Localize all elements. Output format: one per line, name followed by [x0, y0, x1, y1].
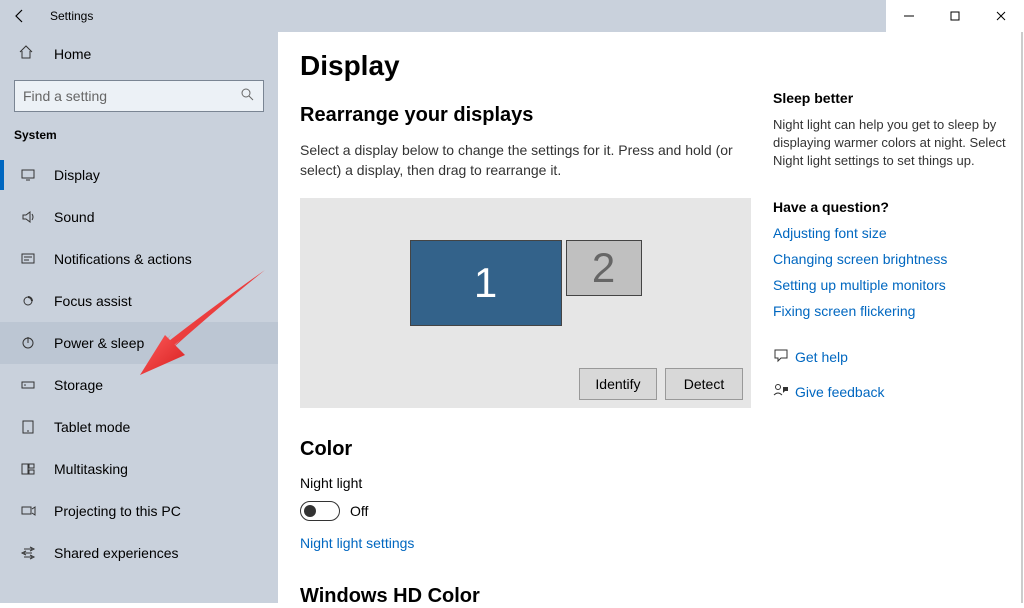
sidebar-item-label: Storage: [54, 377, 103, 393]
sidebar-item-label: Tablet mode: [54, 419, 130, 435]
question-link[interactable]: Changing screen brightness: [773, 251, 1009, 267]
night-light-settings-link[interactable]: Night light settings: [300, 535, 414, 551]
power-icon: [18, 335, 38, 351]
sidebar-item-label: Display: [54, 167, 100, 183]
rearrange-heading: Rearrange your displays: [300, 104, 751, 127]
sidebar-item-label: Multitasking: [54, 461, 128, 477]
sidebar-category: System: [0, 124, 278, 154]
shared-icon: [18, 545, 38, 561]
tablet-icon: [18, 419, 38, 435]
detect-button[interactable]: Detect: [665, 368, 743, 400]
minimize-button[interactable]: [886, 0, 932, 32]
sound-icon: [18, 209, 38, 225]
sidebar-item-projecting-to-this-pc[interactable]: Projecting to this PC: [0, 490, 278, 532]
sidebar-item-multitasking[interactable]: Multitasking: [0, 448, 278, 490]
sidebar-item-label: Focus assist: [54, 293, 132, 309]
display-arrangement-box: 1 2 Identify Detect: [300, 198, 751, 408]
sidebar-search: [14, 80, 264, 112]
monitor-2[interactable]: 2: [566, 240, 642, 296]
rearrange-desc: Select a display below to change the set…: [300, 141, 751, 180]
sidebar-item-display[interactable]: Display: [0, 154, 278, 196]
right-panel: Sleep better Night light can help you ge…: [773, 32, 1023, 603]
question-link[interactable]: Fixing screen flickering: [773, 303, 1009, 319]
hd-color-heading: Windows HD Color: [300, 585, 751, 608]
get-help-link[interactable]: Get help: [795, 349, 848, 365]
titlebar: Settings: [0, 0, 1024, 32]
feedback-icon: [773, 382, 795, 403]
give-feedback-link[interactable]: Give feedback: [795, 384, 885, 400]
night-light-state: Off: [350, 503, 368, 519]
window-controls: [886, 0, 1024, 32]
window-title: Settings: [50, 9, 93, 23]
storage-icon: [18, 377, 38, 393]
sleep-better-title: Sleep better: [773, 90, 1009, 106]
question-link[interactable]: Adjusting font size: [773, 225, 1009, 241]
maximize-button[interactable]: [932, 0, 978, 32]
sidebar-item-focus-assist[interactable]: Focus assist: [0, 280, 278, 322]
sleep-better-text: Night light can help you get to sleep by…: [773, 116, 1009, 171]
back-button[interactable]: [0, 8, 40, 24]
sidebar-item-label: Sound: [54, 209, 94, 225]
monitor-1[interactable]: 1: [410, 240, 562, 326]
sidebar-home[interactable]: Home: [0, 32, 278, 76]
identify-button[interactable]: Identify: [579, 368, 657, 400]
sidebar-item-sound[interactable]: Sound: [0, 196, 278, 238]
search-input[interactable]: [23, 88, 239, 104]
night-light-toggle[interactable]: [300, 501, 340, 521]
sidebar-item-label: Power & sleep: [54, 335, 144, 351]
close-button[interactable]: [978, 0, 1024, 32]
sidebar-item-label: Shared experiences: [54, 545, 179, 561]
sidebar-item-label: Projecting to this PC: [54, 503, 181, 519]
sidebar-home-label: Home: [54, 46, 91, 62]
sidebar-item-label: Notifications & actions: [54, 251, 192, 267]
sidebar-item-storage[interactable]: Storage: [0, 364, 278, 406]
question-link[interactable]: Setting up multiple monitors: [773, 277, 1009, 293]
page-title: Display: [300, 50, 751, 82]
display-icon: [18, 167, 38, 183]
arrow-left-icon: [12, 8, 28, 24]
notifications-icon: [18, 251, 38, 267]
sidebar-item-tablet-mode[interactable]: Tablet mode: [0, 406, 278, 448]
chat-icon: [773, 347, 795, 368]
question-title: Have a question?: [773, 199, 1009, 215]
sidebar: Home System Display Sound Notifications & …: [0, 32, 278, 603]
sidebar-item-power-sleep[interactable]: Power & sleep: [0, 322, 278, 364]
search-icon: [239, 86, 255, 107]
sidebar-item-notifications-actions[interactable]: Notifications & actions: [0, 238, 278, 280]
multitask-icon: [18, 461, 38, 477]
main: Display Rearrange your displays Select a…: [278, 32, 1024, 603]
color-heading: Color: [300, 438, 751, 461]
home-icon: [18, 44, 38, 65]
project-icon: [18, 503, 38, 519]
sidebar-item-shared-experiences[interactable]: Shared experiences: [0, 532, 278, 574]
focus-icon: [18, 293, 38, 309]
night-light-label: Night light: [300, 475, 751, 491]
